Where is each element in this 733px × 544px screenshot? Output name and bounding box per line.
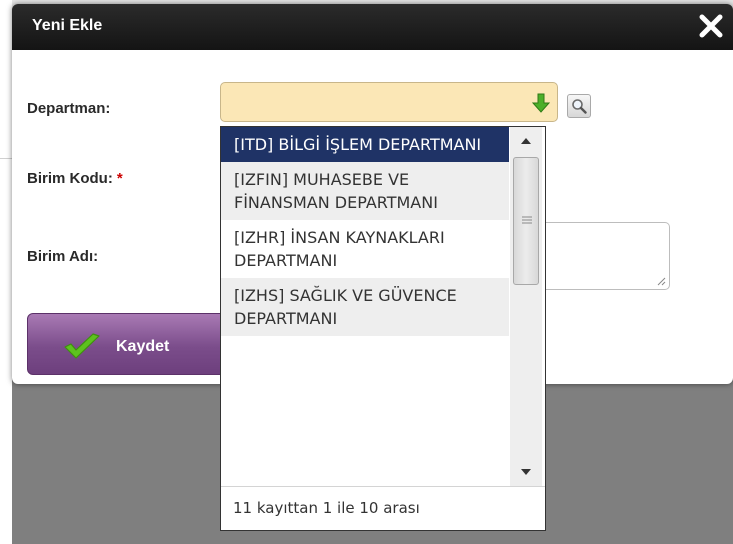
grip-lines-icon [522,216,532,224]
background-divider [0,158,12,159]
departman-dropdown-list: [ITD] BİLGİ İŞLEM DEPARTMANI [IZFIN] MUH… [220,126,546,531]
departman-label: Departman: [27,100,111,117]
dropdown-option-itd[interactable]: [ITD] BİLGİ İŞLEM DEPARTMANI [221,127,509,162]
magnifier-icon [572,99,587,114]
birim-adi-label: Birim Adı: [27,248,99,265]
caret-down-icon [521,469,531,475]
dropdown-scrollbar[interactable] [510,127,542,486]
background-page-edge [0,0,12,544]
departman-select[interactable] [220,82,558,122]
caret-up-icon [521,138,531,144]
scroll-down-button[interactable] [510,458,542,486]
dropdown-option-izhs[interactable]: [IZHS] SAĞLIK VE GÜVENCE DEPARTMANI [221,278,509,336]
save-button-label: Kaydet [116,338,170,355]
scroll-up-button[interactable] [510,127,542,155]
save-button[interactable]: Kaydet [27,313,237,375]
lookup-button[interactable] [567,94,591,118]
dialog-titlebar: Yeni Ekle [12,4,733,50]
dialog-title: Yeni Ekle [32,17,103,34]
resize-grip-icon[interactable] [656,276,666,286]
close-button[interactable] [697,12,725,40]
dropdown-record-count: 11 kayıttan 1 ile 10 arası [221,486,545,530]
arrow-down-icon [531,93,551,113]
checkmark-icon [64,333,100,359]
close-icon [699,14,723,38]
birim-kodu-label-text: Birim Kodu: [27,170,113,187]
dropdown-option-izfin[interactable]: [IZFIN] MUHASEBE VE FİNANSMAN DEPARTMANI [221,162,509,220]
dropdown-option-izhr[interactable]: [IZHR] İNSAN KAYNAKLARI DEPARTMANI [221,220,509,278]
dropdown-options: [ITD] BİLGİ İŞLEM DEPARTMANI [IZFIN] MUH… [221,127,509,486]
scroll-thumb[interactable] [513,157,539,285]
required-marker: * [116,170,123,187]
birim-kodu-label: Birim Kodu: * [27,170,123,187]
birim-adi-textarea[interactable] [532,222,670,290]
